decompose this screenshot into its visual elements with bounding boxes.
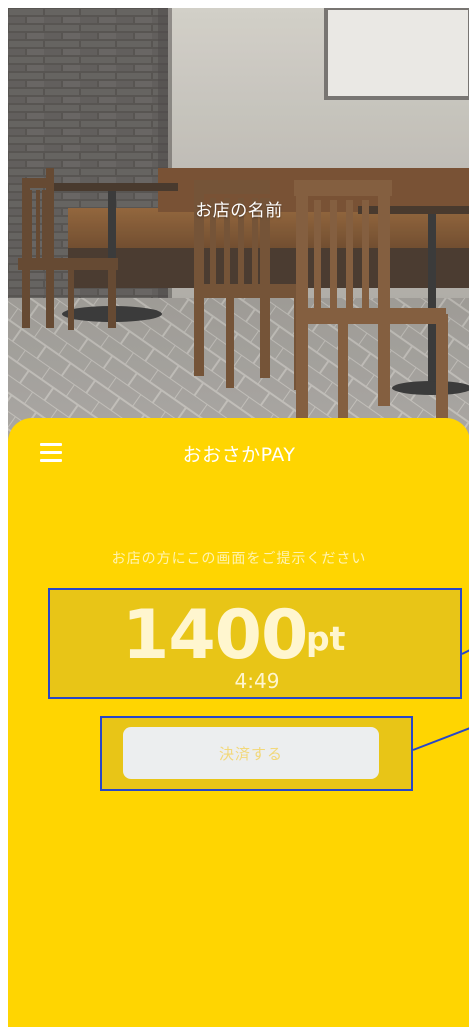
phone-screen: お店の名前 おおさかPAY お店の方にこの画面をご提示ください 1400 pt … — [8, 8, 469, 1027]
points-unit: pt — [306, 619, 346, 658]
pay-button-frame: 決済する — [100, 716, 413, 791]
shop-hero-image: お店の名前 — [8, 8, 469, 458]
pay-button[interactable]: 決済する — [123, 727, 379, 779]
points-display: 1400 pt 4:49 — [48, 588, 462, 699]
countdown-timer: 4:49 — [234, 669, 280, 693]
points-value: 1400 — [122, 596, 308, 675]
app-title: おおさかPAY — [182, 444, 296, 466]
payment-sheet: おおさかPAY お店の方にこの画面をご提示ください 1400 pt 4:49 決… — [8, 418, 469, 1027]
instruction-text: お店の方にこの画面をご提示ください — [111, 551, 367, 567]
shop-name: お店の名前 — [195, 201, 283, 221]
